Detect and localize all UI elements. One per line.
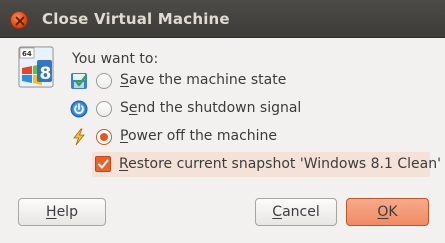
window-close-button[interactable] — [10, 11, 28, 29]
prompt-label: You want to: — [72, 51, 159, 67]
option-save-state[interactable]: Save the machine state — [70, 70, 430, 92]
ok-button[interactable]: OK — [346, 198, 429, 226]
logo-badge: 64 — [22, 50, 32, 58]
window-title: Close Virtual Machine — [42, 10, 230, 28]
shutdown-signal-radio[interactable] — [96, 101, 112, 117]
lightning-icon — [73, 128, 85, 146]
shutdown-signal-label: Send the shutdown signal — [120, 100, 302, 116]
save-state-radio[interactable] — [96, 73, 112, 89]
save-state-label: Save the machine state — [120, 72, 287, 88]
option-power-off[interactable]: Power off the machine — [70, 126, 430, 148]
close-icon — [15, 16, 25, 26]
logo-digit: 8 — [40, 64, 52, 84]
power-button-icon — [70, 100, 88, 118]
option-shutdown-signal[interactable]: Send the shutdown signal — [70, 98, 430, 120]
windows-8-vm-logo-icon: 64 8 — [18, 46, 54, 88]
title-bar: Close Virtual Machine — [0, 0, 445, 38]
restore-snapshot-option[interactable]: Restore current snapshot 'Windows 8.1 Cl… — [92, 152, 441, 177]
checkmark-icon — [98, 159, 109, 169]
close-vm-dialog: Close Virtual Machine 64 8 You want to: … — [0, 0, 445, 243]
cancel-button[interactable]: Cancel — [255, 198, 337, 226]
save-state-icon — [71, 73, 87, 89]
power-off-label: Power off the machine — [120, 128, 278, 144]
power-off-radio[interactable] — [96, 129, 112, 145]
restore-snapshot-label: Restore current snapshot 'Windows 8.1 Cl… — [119, 156, 441, 172]
help-button[interactable]: Help — [18, 198, 106, 226]
restore-snapshot-checkbox[interactable] — [95, 156, 111, 172]
